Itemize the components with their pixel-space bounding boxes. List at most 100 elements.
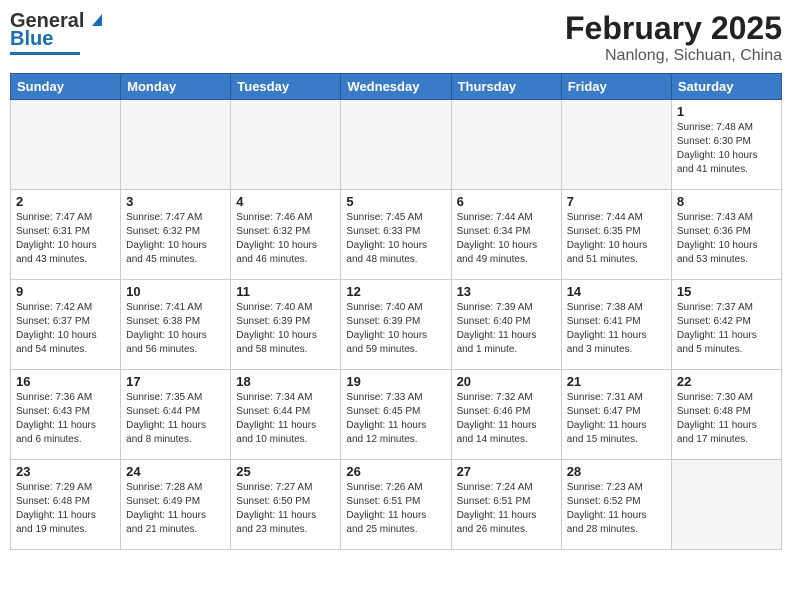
logo-underline [10,52,80,55]
day-number: 12 [346,284,445,299]
day-number: 6 [457,194,556,209]
calendar-cell [671,460,781,550]
day-number: 19 [346,374,445,389]
calendar-cell: 12 Sunrise: 7:40 AM Sunset: 6:39 PM Dayli… [341,280,451,370]
day-info: Sunrise: 7:38 AM Sunset: 6:41 PM Dayligh… [567,301,666,357]
calendar-cell: 11Sunrise: 7:40 AM Sunset: 6:39 PM Dayli… [231,280,341,370]
day-number: 21 [567,374,666,389]
calendar-cell: 18 Sunrise: 7:34 AM Sunset: 6:44 PM Dayli… [231,370,341,460]
calendar-cell: 20Sunrise: 7:32 AM Sunset: 6:46 PM Dayli… [451,370,561,460]
page: General Blue February 2025 Nanlong, Sich… [0,0,792,612]
calendar-header-monday: Monday [121,74,231,100]
calendar-cell: 8 Sunrise: 7:43 AM Sunset: 6:36 PM Daylig… [671,190,781,280]
day-number: 4 [236,194,335,209]
day-info: Sunrise: 7:28 AM Sunset: 6:49 PM Dayligh… [126,481,225,537]
day-number: 14 [567,284,666,299]
calendar-cell [561,100,671,190]
day-number: 24 [126,464,225,479]
day-info: Sunrise: 7:26 AM Sunset: 6:51 PM Dayligh… [346,481,445,537]
calendar-cell: 23 Sunrise: 7:29 AM Sunset: 6:48 PM Dayli… [11,460,121,550]
calendar-cell [231,100,341,190]
calendar-week-row: 9 Sunrise: 7:42 AM Sunset: 6:37 PM Daylig… [11,280,782,370]
day-number: 28 [567,464,666,479]
calendar-cell: 22 Sunrise: 7:30 AM Sunset: 6:48 PM Dayli… [671,370,781,460]
day-info: Sunrise: 7:47 AM Sunset: 6:32 PM Dayligh… [126,211,225,267]
calendar-week-row: 23 Sunrise: 7:29 AM Sunset: 6:48 PM Dayli… [11,460,782,550]
calendar-cell: 21 Sunrise: 7:31 AM Sunset: 6:47 PM Dayli… [561,370,671,460]
day-info: Sunrise: 7:24 AM Sunset: 6:51 PM Dayligh… [457,481,556,537]
calendar-cell: 5 Sunrise: 7:45 AM Sunset: 6:33 PM Daylig… [341,190,451,280]
day-info: Sunrise: 7:30 AM Sunset: 6:48 PM Dayligh… [677,391,776,447]
day-info: Sunrise: 7:23 AM Sunset: 6:52 PM Dayligh… [567,481,666,537]
day-number: 18 [236,374,335,389]
calendar-cell: 10 Sunrise: 7:41 AM Sunset: 6:38 PM Dayli… [121,280,231,370]
day-info: Sunrise: 7:33 AM Sunset: 6:45 PM Dayligh… [346,391,445,447]
logo-triangle-icon [86,8,108,30]
calendar-week-row: 2 Sunrise: 7:47 AM Sunset: 6:31 PM Daylig… [11,190,782,280]
calendar-cell: 7 Sunrise: 7:44 AM Sunset: 6:35 PM Daylig… [561,190,671,280]
day-number: 8 [677,194,776,209]
calendar-cell: 6Sunrise: 7:44 AM Sunset: 6:34 PM Daylig… [451,190,561,280]
calendar-cell: 14 Sunrise: 7:38 AM Sunset: 6:41 PM Dayli… [561,280,671,370]
day-info: Sunrise: 7:31 AM Sunset: 6:47 PM Dayligh… [567,391,666,447]
day-number: 2 [16,194,115,209]
day-number: 11 [236,284,335,299]
calendar-cell: 16Sunrise: 7:36 AM Sunset: 6:43 PM Dayli… [11,370,121,460]
day-info: Sunrise: 7:42 AM Sunset: 6:37 PM Dayligh… [16,301,115,357]
calendar-header-saturday: Saturday [671,74,781,100]
calendar-cell [451,100,561,190]
day-info: Sunrise: 7:43 AM Sunset: 6:36 PM Dayligh… [677,211,776,267]
calendar-cell: 9 Sunrise: 7:42 AM Sunset: 6:37 PM Daylig… [11,280,121,370]
calendar: SundayMondayTuesdayWednesdayThursdayFrid… [10,73,782,550]
day-number: 25 [236,464,335,479]
day-info: Sunrise: 7:29 AM Sunset: 6:48 PM Dayligh… [16,481,115,537]
day-number: 23 [16,464,115,479]
day-info: Sunrise: 7:37 AM Sunset: 6:42 PM Dayligh… [677,301,776,357]
calendar-week-row: 1 Sunrise: 7:48 AM Sunset: 6:30 PM Daylig… [11,100,782,190]
calendar-cell: 19 Sunrise: 7:33 AM Sunset: 6:45 PM Dayli… [341,370,451,460]
day-number: 16 [16,374,115,389]
day-info: Sunrise: 7:34 AM Sunset: 6:44 PM Dayligh… [236,391,335,447]
day-number: 3 [126,194,225,209]
day-info: Sunrise: 7:41 AM Sunset: 6:38 PM Dayligh… [126,301,225,357]
day-number: 22 [677,374,776,389]
day-info: Sunrise: 7:27 AM Sunset: 6:50 PM Dayligh… [236,481,335,537]
title-area: February 2025 Nanlong, Sichuan, China [565,10,782,65]
day-number: 9 [16,284,115,299]
day-number: 5 [346,194,445,209]
calendar-cell [341,100,451,190]
day-info: Sunrise: 7:47 AM Sunset: 6:31 PM Dayligh… [16,211,115,267]
day-info: Sunrise: 7:46 AM Sunset: 6:32 PM Dayligh… [236,211,335,267]
calendar-cell: 2 Sunrise: 7:47 AM Sunset: 6:31 PM Daylig… [11,190,121,280]
calendar-header-tuesday: Tuesday [231,74,341,100]
calendar-header-row: SundayMondayTuesdayWednesdayThursdayFrid… [11,74,782,100]
day-number: 17 [126,374,225,389]
day-info: Sunrise: 7:40 AM Sunset: 6:39 PM Dayligh… [346,301,445,357]
calendar-header-friday: Friday [561,74,671,100]
day-number: 20 [457,374,556,389]
calendar-cell: 13Sunrise: 7:39 AM Sunset: 6:40 PM Dayli… [451,280,561,370]
calendar-cell: 17Sunrise: 7:35 AM Sunset: 6:44 PM Dayli… [121,370,231,460]
calendar-week-row: 16Sunrise: 7:36 AM Sunset: 6:43 PM Dayli… [11,370,782,460]
logo: General Blue [10,10,108,55]
calendar-header-wednesday: Wednesday [341,74,451,100]
day-number: 27 [457,464,556,479]
calendar-header-thursday: Thursday [451,74,561,100]
day-info: Sunrise: 7:44 AM Sunset: 6:35 PM Dayligh… [567,211,666,267]
calendar-cell [11,100,121,190]
day-number: 10 [126,284,225,299]
location: Nanlong, Sichuan, China [565,47,782,65]
month-title: February 2025 [565,10,782,47]
calendar-cell: 27 Sunrise: 7:24 AM Sunset: 6:51 PM Dayli… [451,460,561,550]
calendar-cell: 26Sunrise: 7:26 AM Sunset: 6:51 PM Dayli… [341,460,451,550]
calendar-cell: 3 Sunrise: 7:47 AM Sunset: 6:32 PM Daylig… [121,190,231,280]
day-number: 13 [457,284,556,299]
day-info: Sunrise: 7:48 AM Sunset: 6:30 PM Dayligh… [677,121,776,177]
calendar-cell: 28 Sunrise: 7:23 AM Sunset: 6:52 PM Dayli… [561,460,671,550]
calendar-cell: 4 Sunrise: 7:46 AM Sunset: 6:32 PM Daylig… [231,190,341,280]
calendar-cell: 15Sunrise: 7:37 AM Sunset: 6:42 PM Dayli… [671,280,781,370]
day-number: 7 [567,194,666,209]
day-number: 1 [677,104,776,119]
day-info: Sunrise: 7:45 AM Sunset: 6:33 PM Dayligh… [346,211,445,267]
calendar-cell: 25 Sunrise: 7:27 AM Sunset: 6:50 PM Dayli… [231,460,341,550]
